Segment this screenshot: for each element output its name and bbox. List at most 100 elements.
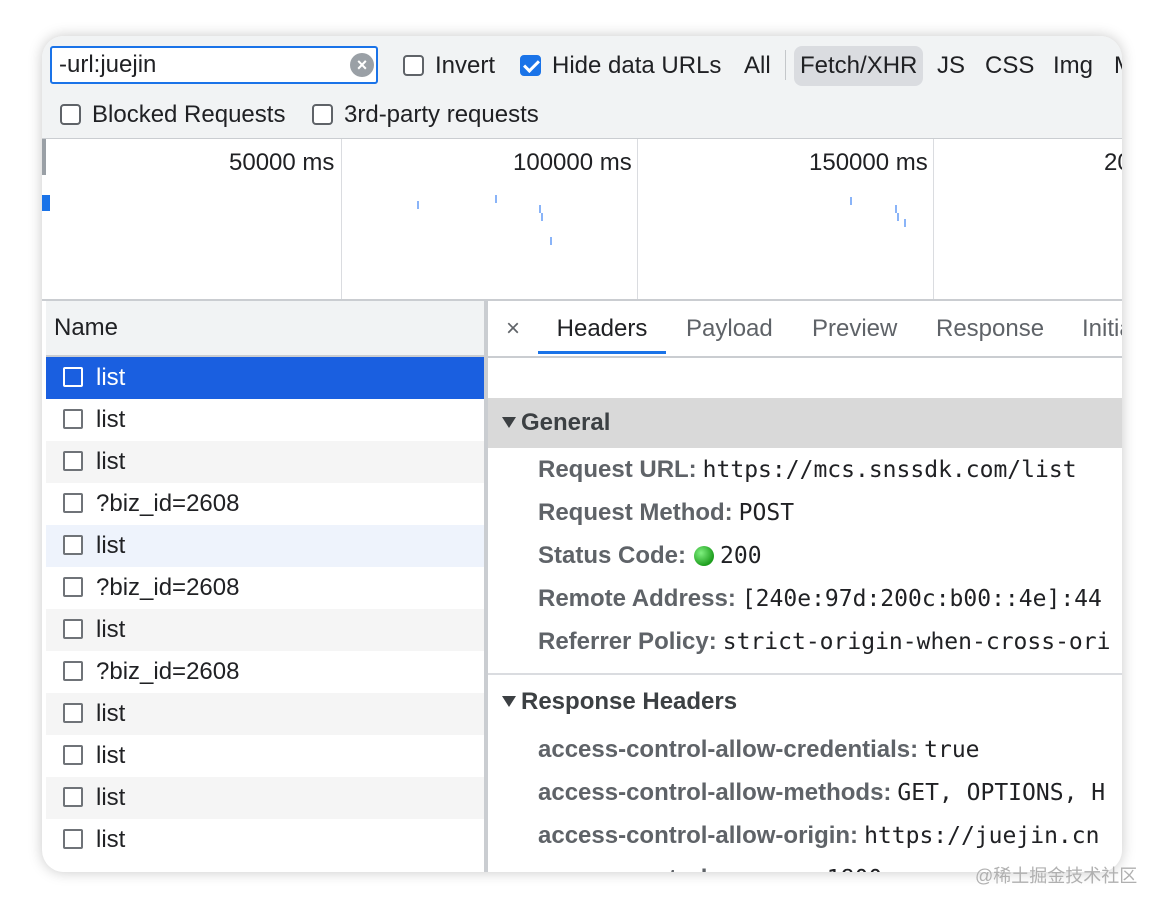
request-row[interactable]: list <box>46 693 484 735</box>
request-row[interactable]: list <box>46 441 484 483</box>
field-key: access-control-max-age: <box>538 865 821 872</box>
request-row[interactable]: list <box>46 399 484 441</box>
timeline-request-bar <box>42 195 50 211</box>
general-section-header[interactable]: General <box>488 398 1122 448</box>
timeline-request-mark <box>897 213 899 221</box>
timeline-request-mark <box>417 201 419 209</box>
field-key: Status Code: <box>538 542 687 569</box>
request-checkbox[interactable] <box>63 661 83 681</box>
tab-preview[interactable]: Preview <box>812 301 897 354</box>
request-name: list <box>96 700 126 727</box>
request-checkbox[interactable] <box>63 619 83 639</box>
tab-response[interactable]: Response <box>936 301 1044 354</box>
timeline-tick-label: 150000 ms <box>809 149 928 176</box>
timeline-gridline <box>637 139 638 299</box>
timeline-gridline <box>933 139 934 299</box>
request-checkbox[interactable] <box>63 577 83 597</box>
field-value: https://mcs.snssdk.com/list <box>702 457 1077 483</box>
request-row[interactable]: list <box>46 735 484 777</box>
field-value: strict-origin-when-cross-ori <box>722 629 1111 655</box>
blocked-requests-checkbox[interactable] <box>60 103 81 125</box>
field-value: POST <box>738 500 795 526</box>
request-row[interactable]: list <box>46 525 484 567</box>
request-details: × Headers Payload Preview Response Initi… <box>488 301 1122 872</box>
clear-filter-icon[interactable]: × <box>350 53 374 77</box>
remote-address-row: Remote Address: [240e:97d:200c:b00::4e]:4… <box>538 585 1102 613</box>
request-checkbox[interactable] <box>63 787 83 807</box>
third-party-option[interactable]: 3rd-party requests <box>312 100 539 130</box>
request-checkbox[interactable] <box>63 409 83 429</box>
watermark: @稀土掘金技术社区 <box>975 866 1138 886</box>
timeline-request-mark <box>541 213 543 221</box>
request-row[interactable]: ?biz_id=2608 <box>46 483 484 525</box>
request-checkbox[interactable] <box>63 493 83 513</box>
hide-data-urls-checkbox[interactable] <box>520 54 541 76</box>
request-row[interactable]: ?biz_id=2608 <box>46 567 484 609</box>
hide-data-urls-label: Hide data URLs <box>552 52 722 79</box>
response-header-row: access-control-allow-credentials: true <box>538 736 980 764</box>
request-checkbox[interactable] <box>63 451 83 471</box>
general-title: General <box>521 409 611 436</box>
request-row[interactable]: ?biz_id=2608 <box>46 651 484 693</box>
timeline-left-handle[interactable] <box>42 139 46 175</box>
type-filter-img[interactable]: Img <box>1053 46 1093 86</box>
request-name: ?biz_id=2608 <box>96 574 240 601</box>
invert-label: Invert <box>435 52 496 79</box>
filter-input[interactable]: -url:juejin <box>50 46 378 84</box>
close-details-icon[interactable]: × <box>506 301 520 356</box>
timeline-request-mark <box>495 195 497 203</box>
field-key: access-control-allow-origin: <box>538 822 859 849</box>
blocked-requests-option[interactable]: Blocked Requests <box>60 100 285 130</box>
blocked-requests-label: Blocked Requests <box>92 101 286 128</box>
field-key: Referrer Policy: <box>538 628 717 655</box>
field-value: true <box>924 737 980 763</box>
field-value: GET, OPTIONS, H <box>897 780 1106 806</box>
request-name: list <box>96 784 126 811</box>
request-row[interactable]: list <box>46 819 484 861</box>
invert-option[interactable]: Invert <box>403 51 495 81</box>
request-name: list <box>96 826 126 853</box>
status-code-row: Status Code: 200 <box>538 542 762 570</box>
request-name: ?biz_id=2608 <box>96 490 240 517</box>
request-row[interactable]: list <box>46 777 484 819</box>
field-value: 200 <box>720 543 762 569</box>
request-checkbox[interactable] <box>63 745 83 765</box>
timeline-tick-label: 100000 ms <box>513 149 632 176</box>
request-checkbox[interactable] <box>63 829 83 849</box>
request-method-row: Request Method: POST <box>538 499 794 527</box>
timeline-request-mark <box>895 205 897 213</box>
request-name: list <box>96 532 126 559</box>
timeline-request-mark <box>850 197 852 205</box>
response-headers-title: Response Headers <box>521 688 738 715</box>
type-filter-all[interactable]: All <box>744 46 771 86</box>
request-checkbox[interactable] <box>63 367 83 387</box>
section-divider <box>488 673 1122 675</box>
tab-initiator[interactable]: Initia <box>1082 301 1122 354</box>
request-checkbox[interactable] <box>63 703 83 723</box>
collapse-triangle-icon <box>502 696 516 708</box>
tab-headers[interactable]: Headers <box>538 301 666 354</box>
type-filter-js[interactable]: JS <box>937 46 965 86</box>
response-headers-section-header[interactable]: Response Headers <box>488 677 1122 727</box>
timeline-request-mark <box>550 237 552 245</box>
status-ok-icon <box>694 546 715 566</box>
third-party-label: 3rd-party requests <box>344 101 539 128</box>
third-party-checkbox[interactable] <box>312 103 333 125</box>
request-name: list <box>96 406 126 433</box>
name-column-header[interactable]: Name <box>46 301 484 357</box>
type-filter-fetch-xhr[interactable]: Fetch/XHR <box>794 46 924 86</box>
toolbar-divider <box>785 50 786 80</box>
referrer-policy-row: Referrer Policy: strict-origin-when-cross… <box>538 628 1110 656</box>
filter-bar: -url:juejin × Invert Hide data URLs All … <box>42 36 1122 139</box>
request-row[interactable]: list <box>46 609 484 651</box>
request-name: list <box>96 742 126 769</box>
response-header-row: access-control-allow-origin: https://juej… <box>538 822 1099 850</box>
tab-payload[interactable]: Payload <box>686 301 773 354</box>
invert-checkbox[interactable] <box>403 54 424 76</box>
request-row[interactable]: list <box>46 357 484 399</box>
request-checkbox[interactable] <box>63 535 83 555</box>
type-filter-css[interactable]: CSS <box>985 46 1034 86</box>
hide-data-urls-option[interactable]: Hide data URLs <box>520 51 721 81</box>
timeline-overview[interactable]: 50000 ms 100000 ms 150000 ms 20 <box>42 139 1122 301</box>
type-filter-media[interactable]: M <box>1114 46 1122 86</box>
